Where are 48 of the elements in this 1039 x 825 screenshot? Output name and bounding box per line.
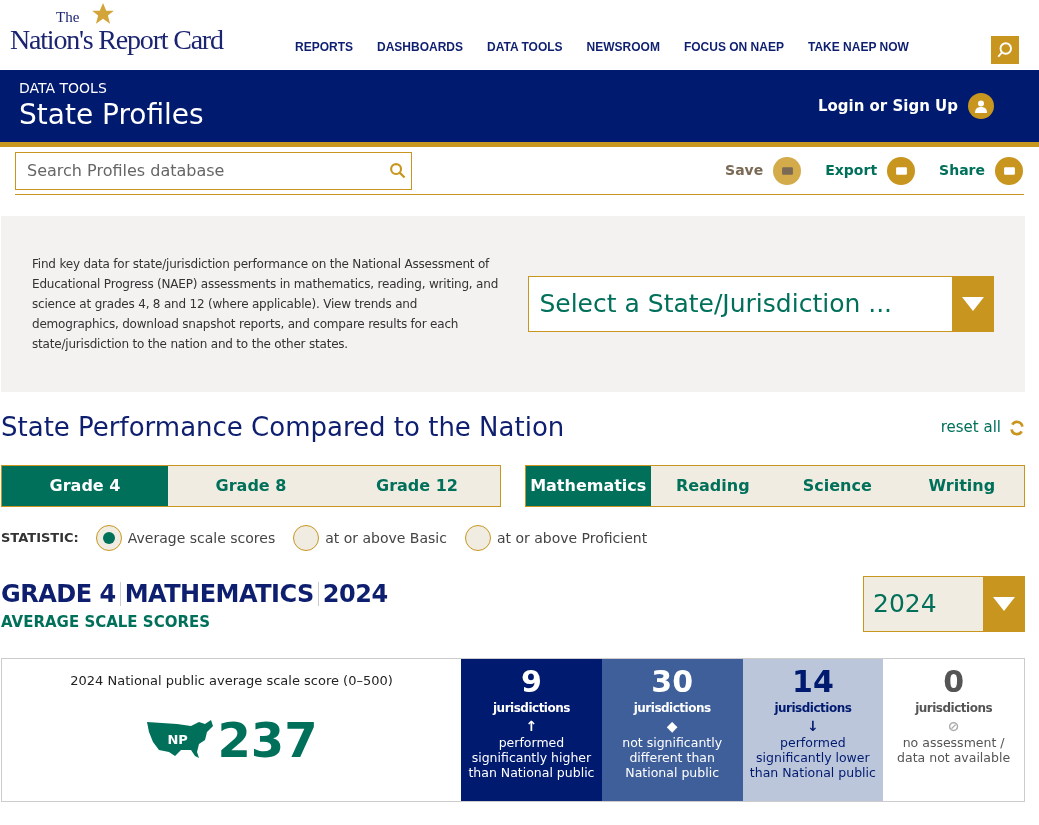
result-subheading: AVERAGE SCALE SCORES — [1, 612, 211, 633]
national-score: 237 — [217, 716, 318, 764]
nav-link[interactable]: TAKE NAEP NOW — [807, 38, 909, 56]
grade-tab[interactable]: Grade 4 — [2, 466, 168, 506]
grade-tab[interactable]: Grade 12 — [334, 466, 500, 506]
nav-link[interactable]: DATA TOOLS — [487, 38, 563, 56]
user-icon — [975, 99, 987, 113]
summary-tile: 14 jurisdictions ↓ performed significantly lower than National public — [742, 658, 884, 801]
result-heading: GRADE 4 — [1, 579, 116, 609]
subject-tab[interactable]: Mathematics — [526, 466, 651, 506]
nav-link[interactable]: FOCUS ON NAEP — [683, 38, 784, 56]
summary-tile: 30 jurisdictions ◆ not significantly different than National public — [601, 658, 743, 801]
site-logo[interactable]: The Nation's Report Card — [10, 2, 260, 58]
result-heading: MATHEMATICS — [124, 579, 314, 609]
nav-link[interactable]: NEWSROOM — [586, 38, 660, 56]
caret-icon — [992, 597, 1015, 611]
national-caption: 2024 National public average scale score (0–500) — [70, 671, 393, 690]
toolbar-action[interactable]: Share — [939, 156, 1023, 185]
nav-link[interactable]: DASHBOARDS — [377, 38, 464, 56]
action-icon — [887, 156, 916, 185]
toolbar-action[interactable]: Export — [825, 156, 916, 185]
search-field[interactable]: Search Profiles database — [15, 151, 412, 190]
action-icon — [995, 156, 1023, 185]
subject-tab[interactable]: Writing — [899, 466, 1024, 506]
summary-tile: 9 jurisdictions ↑ performed significantly higher than National public — [461, 658, 602, 801]
banner-title: State Profiles — [19, 97, 204, 133]
grade-tab[interactable]: Grade 8 — [168, 466, 334, 506]
statistic-radio[interactable]: at or above Basic — [293, 525, 447, 551]
caret-icon — [961, 297, 984, 311]
subject-tab[interactable]: Reading — [650, 466, 775, 506]
statistic-radio[interactable]: Average scale scores — [95, 525, 276, 551]
action-icon — [773, 156, 802, 185]
reset-link[interactable]: reset all — [940, 416, 1025, 439]
banner-eyebrow: DATA TOOLS — [19, 79, 108, 98]
intro-text: Find key data for state/jurisdiction performance on the National Assessment of Educational Progress (NAEP) assessments in mathematics, reading, writing, and science at grades 4, 8 and 12 (where applicable). View trends and demographics, download snapshot reports, and compare results for each state/jurisdiction to the nation and to the other states. — [32, 256, 500, 353]
nav-link[interactable]: REPORTS — [295, 38, 353, 56]
year-select[interactable]: 2024 — [863, 576, 1025, 632]
refresh-icon — [1009, 419, 1025, 436]
statistic-radio[interactable]: at or above Proficient — [464, 525, 648, 551]
search-icon — [389, 161, 406, 179]
section-title: State Performance Compared to the Nation — [1, 411, 565, 444]
statistic-label: STATISTIC: — [1, 529, 79, 548]
subject-tab[interactable]: Science — [775, 466, 900, 506]
state-select[interactable]: Select a State/Jurisdiction ... — [528, 276, 994, 332]
result-heading: 2024 — [322, 579, 388, 609]
search-button[interactable] — [991, 36, 1019, 64]
search-icon — [996, 41, 1014, 59]
login-button[interactable]: Login or Sign Up — [817, 93, 994, 119]
